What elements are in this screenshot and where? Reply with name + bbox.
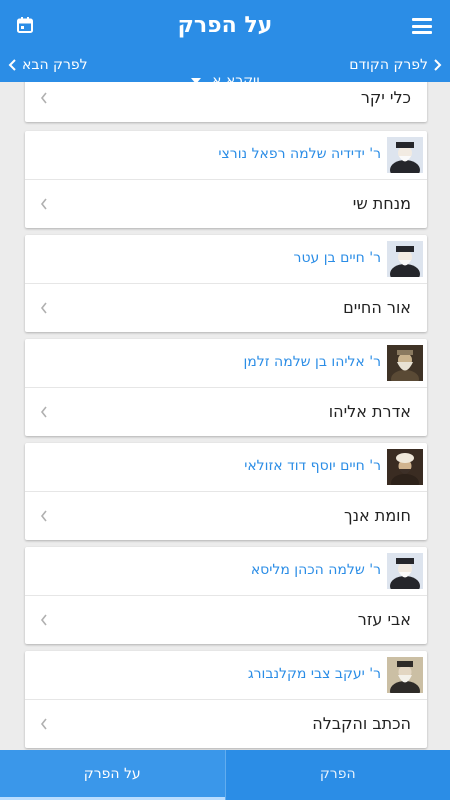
commentary-card: ר' חיים יוסף דוד אזולאי חומת אנך <box>25 443 427 540</box>
author-row[interactable]: ר' יעקב צבי מקלנבורג <box>25 651 427 700</box>
title-row: על הפרק <box>0 0 450 52</box>
chevron-left-icon <box>40 302 47 314</box>
book-name: כלי יקר <box>360 88 411 107</box>
commentary-card: כלי יקר <box>25 82 427 122</box>
commentary-card: ר' שלמה הכהן מליסא אבי עזר <box>25 547 427 644</box>
book-name: אבי עזר <box>357 610 411 629</box>
app-bar: על הפרק לפרק הקודם ויקרא א לפרק הבא <box>0 0 450 89</box>
author-name: ר' אליהו בן שלמה זלמן <box>243 354 381 370</box>
tab-chapter[interactable]: הפרק <box>226 750 450 800</box>
chevron-left-icon <box>40 718 47 730</box>
tab-about-chapter[interactable]: על הפרק <box>0 750 225 800</box>
book-row[interactable]: מנחת שי <box>25 180 427 228</box>
author-portrait-icon <box>387 553 423 589</box>
author-row[interactable]: ר' חיים בן עטר <box>25 235 427 284</box>
book-row[interactable]: כלי יקר <box>25 82 427 122</box>
author-portrait-icon <box>387 345 423 381</box>
commentary-list[interactable]: כלי יקר ר' ידידיה שלמה רפאל נורצי מנחת ש… <box>0 82 450 750</box>
book-name: אור החיים <box>343 298 411 317</box>
author-portrait-icon <box>387 241 423 277</box>
commentary-card: ר' חיים בן עטר אור החיים <box>25 235 427 332</box>
author-name: ר' ידידיה שלמה רפאל נורצי <box>218 146 381 162</box>
chevron-left-icon <box>40 92 47 104</box>
author-row[interactable]: ר' אליהו בן שלמה זלמן <box>25 339 427 388</box>
commentary-card: ר' יעקב צבי מקלנבורג הכתב והקבלה <box>25 651 427 748</box>
page-title: על הפרק <box>177 13 273 38</box>
book-name: אדרת אליהו <box>328 402 411 421</box>
commentary-card: ר' ידידיה שלמה רפאל נורצי מנחת שי <box>25 131 427 228</box>
author-name: ר' שלמה הכהן מליסא <box>250 562 381 578</box>
commentary-card: ר' אליהו בן שלמה זלמן אדרת אליהו <box>25 339 427 436</box>
next-chapter-label: לפרק הבא <box>22 57 88 73</box>
book-name: הכתב והקבלה <box>312 714 411 733</box>
book-row[interactable]: אור החיים <box>25 284 427 332</box>
author-portrait-icon <box>387 657 423 693</box>
book-row[interactable]: אדרת אליהו <box>25 388 427 436</box>
chevron-left-icon <box>40 406 47 418</box>
calendar-icon[interactable] <box>17 17 33 33</box>
book-row[interactable]: חומת אנך <box>25 492 427 540</box>
chevron-left-icon <box>40 614 47 626</box>
author-portrait-icon <box>387 449 423 485</box>
author-row[interactable]: ר' ידידיה שלמה רפאל נורצי <box>25 131 427 180</box>
author-name: ר' חיים יוסף דוד אזולאי <box>244 458 381 474</box>
book-name: חומת אנך <box>344 506 411 525</box>
chevron-left-icon <box>40 198 47 210</box>
book-name: מנחת שי <box>352 194 411 213</box>
author-name: ר' חיים בן עטר <box>293 250 381 266</box>
book-row[interactable]: אבי עזר <box>25 596 427 644</box>
author-row[interactable]: ר' שלמה הכהן מליסא <box>25 547 427 596</box>
chapter-navigation: לפרק הקודם ויקרא א לפרק הבא <box>0 52 450 89</box>
bottom-tab-bar: על הפרק הפרק <box>0 750 450 800</box>
chevron-left-icon <box>8 59 16 71</box>
author-portrait-icon <box>387 137 423 173</box>
author-name: ר' יעקב צבי מקלנבורג <box>247 666 381 682</box>
chevron-left-icon <box>40 510 47 522</box>
book-row[interactable]: הכתב והקבלה <box>25 700 427 748</box>
next-chapter-button[interactable]: לפרק הבא <box>8 57 88 73</box>
author-row[interactable]: ר' חיים יוסף דוד אזולאי <box>25 443 427 492</box>
